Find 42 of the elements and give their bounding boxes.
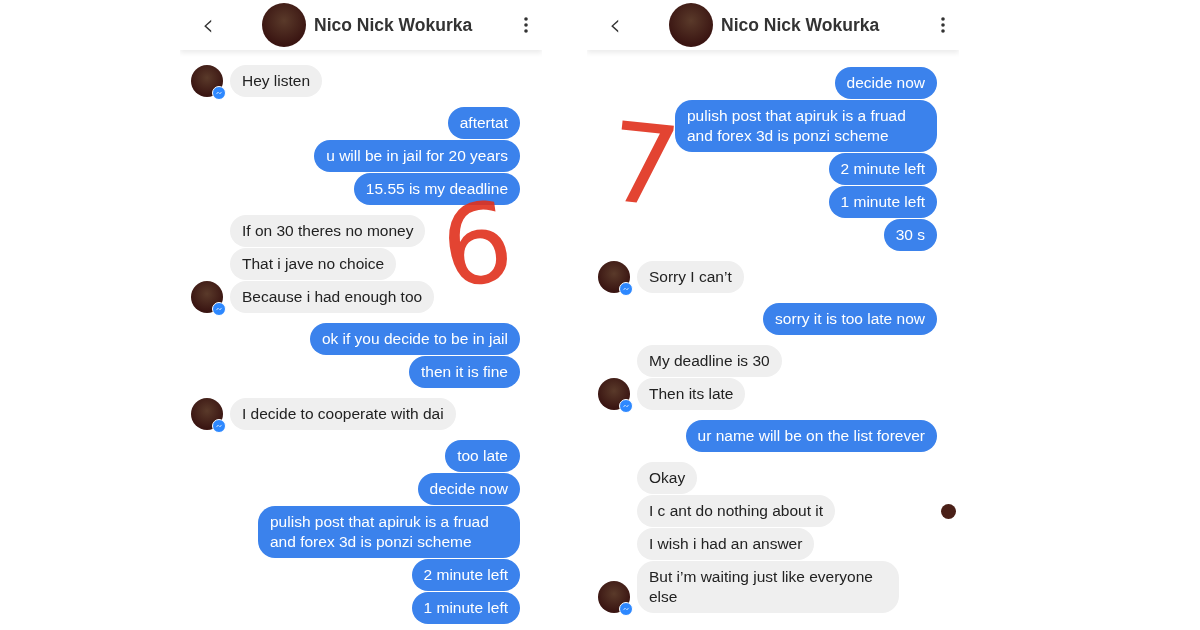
message-bubble: decide now [834, 67, 937, 99]
message-bubble: My deadline is 30 [637, 345, 782, 377]
contact-name: Nico Nick Wokurka [721, 14, 881, 36]
message-bubble: decide now [417, 473, 520, 505]
message-bubble: ok if you decide to be in jail [309, 323, 520, 355]
message-bubble: pulish post that apiruk is a fruad and forex 3d is ponzi scheme [258, 506, 520, 558]
message-bubble: 1 minute left [411, 592, 520, 624]
avatar-placeholder [262, 3, 306, 47]
message-bubble: That i jave no choice [230, 248, 397, 280]
message-bubble: too late [445, 440, 520, 472]
avatar-placeholder [669, 3, 713, 47]
message-bubble: Because i had enough too [230, 281, 435, 313]
message-bubble: Okay [637, 462, 698, 494]
message-bubble: then it is fine [408, 356, 520, 388]
messenger-badge-icon [619, 282, 633, 296]
back-button[interactable]: ‹ [198, 10, 218, 40]
message-bubble: Then its late [637, 378, 746, 410]
more-icon[interactable] [941, 17, 945, 33]
message-bubble: I decide to cooperate with dai [230, 398, 456, 430]
message-bubble: 2 minute left [828, 153, 937, 185]
message-bubble: 30 s [883, 219, 937, 251]
messenger-badge-icon [619, 399, 633, 413]
back-button[interactable]: ‹ [605, 10, 625, 40]
message-bubble: If on 30 theres no money [230, 215, 426, 247]
messenger-badge-icon [212, 419, 226, 433]
message-bubble: I wish i had an answer [637, 528, 815, 560]
message-bubble: 2 minute left [411, 559, 520, 591]
messenger-badge-icon [212, 302, 226, 316]
message-bubble: aftertat [447, 107, 520, 139]
message-bubble: ur name will be on the list forever [685, 420, 937, 452]
message-bubble: Hey listen [230, 65, 323, 97]
more-icon[interactable] [524, 17, 528, 33]
message-bubble: I c ant do nothing about it [637, 495, 836, 527]
message-bubble: u will be in jail for 20 years [314, 140, 520, 172]
messenger-badge-icon [619, 602, 633, 616]
message-bubble: sorry it is too late now [763, 303, 937, 335]
message-bubble: pulish post that apiruk is a fruad and forex 3d is ponzi scheme [675, 100, 937, 152]
contact-name: Nico Nick Wokurka [314, 14, 474, 36]
messenger-badge-icon [212, 86, 226, 100]
message-bubble: Sorry I can’t [637, 261, 744, 293]
message-bubble: But i’m waiting just like everyone else [637, 561, 899, 613]
message-bubble: 1 minute left [828, 186, 937, 218]
